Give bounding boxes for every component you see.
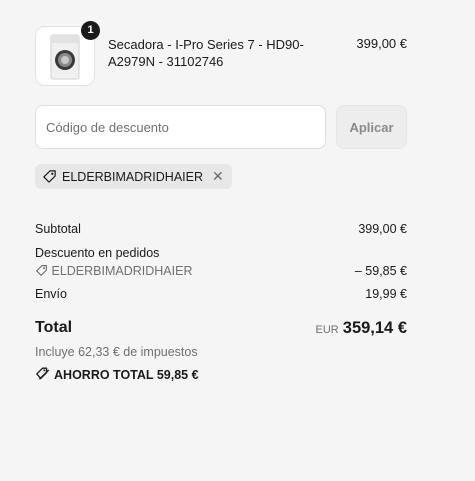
- total-value: 359,14 €: [342, 319, 407, 337]
- tag-icon: [36, 265, 47, 276]
- discount-code-input[interactable]: [35, 105, 326, 149]
- total-label: Total: [35, 319, 73, 336]
- tag-icon: [43, 170, 56, 183]
- shipping-row: Envío 19,99 €: [35, 287, 407, 301]
- subtotal-row: Subtotal 399,00 €: [35, 222, 407, 236]
- shipping-value: 19,99 €: [365, 287, 407, 301]
- remove-discount-icon[interactable]: ✕: [212, 168, 224, 185]
- order-discount-code-row: ELDERBIMADRIDHAIER – 59,85 €: [35, 264, 407, 278]
- order-discount-label: Descuento en pedidos: [35, 246, 160, 260]
- subtotal-label: Subtotal: [35, 222, 81, 236]
- quantity-badge: 1: [81, 21, 100, 40]
- total-currency: EUR: [315, 324, 339, 336]
- subtotal-value: 399,00 €: [358, 222, 407, 236]
- savings-value: 59,85 €: [156, 368, 199, 382]
- savings-tag-icon: [36, 367, 50, 380]
- order-discount-code: ELDERBIMADRIDHAIER: [51, 264, 193, 278]
- shipping-label: Envío: [35, 287, 67, 301]
- savings-label: AHORRO TOTAL: [54, 368, 154, 382]
- total-row: Total EUR 359,14 €: [35, 319, 407, 337]
- savings-row: AHORRO TOTAL 59,85 €: [35, 366, 407, 382]
- order-discount-value: – 59,85 €: [354, 264, 407, 278]
- total-amount: EUR 359,14 €: [316, 319, 407, 338]
- apply-discount-button[interactable]: Aplicar: [336, 105, 407, 149]
- line-item: 1 Secadora - I-Pro Series 7 - HD90-A2979…: [35, 21, 407, 88]
- tax-note: Incluye 62,33 € de impuestos: [35, 345, 198, 359]
- product-name: Secadora - I-Pro Series 7 - HD90-A2979N …: [108, 37, 304, 69]
- applied-discount-code: ELDERBIMADRIDHAIER: [62, 169, 203, 184]
- order-discount-row: Descuento en pedidos: [35, 246, 407, 260]
- applied-discount-chip: ELDERBIMADRIDHAIER ✕: [35, 164, 232, 189]
- product-price: 399,00 €: [356, 36, 407, 51]
